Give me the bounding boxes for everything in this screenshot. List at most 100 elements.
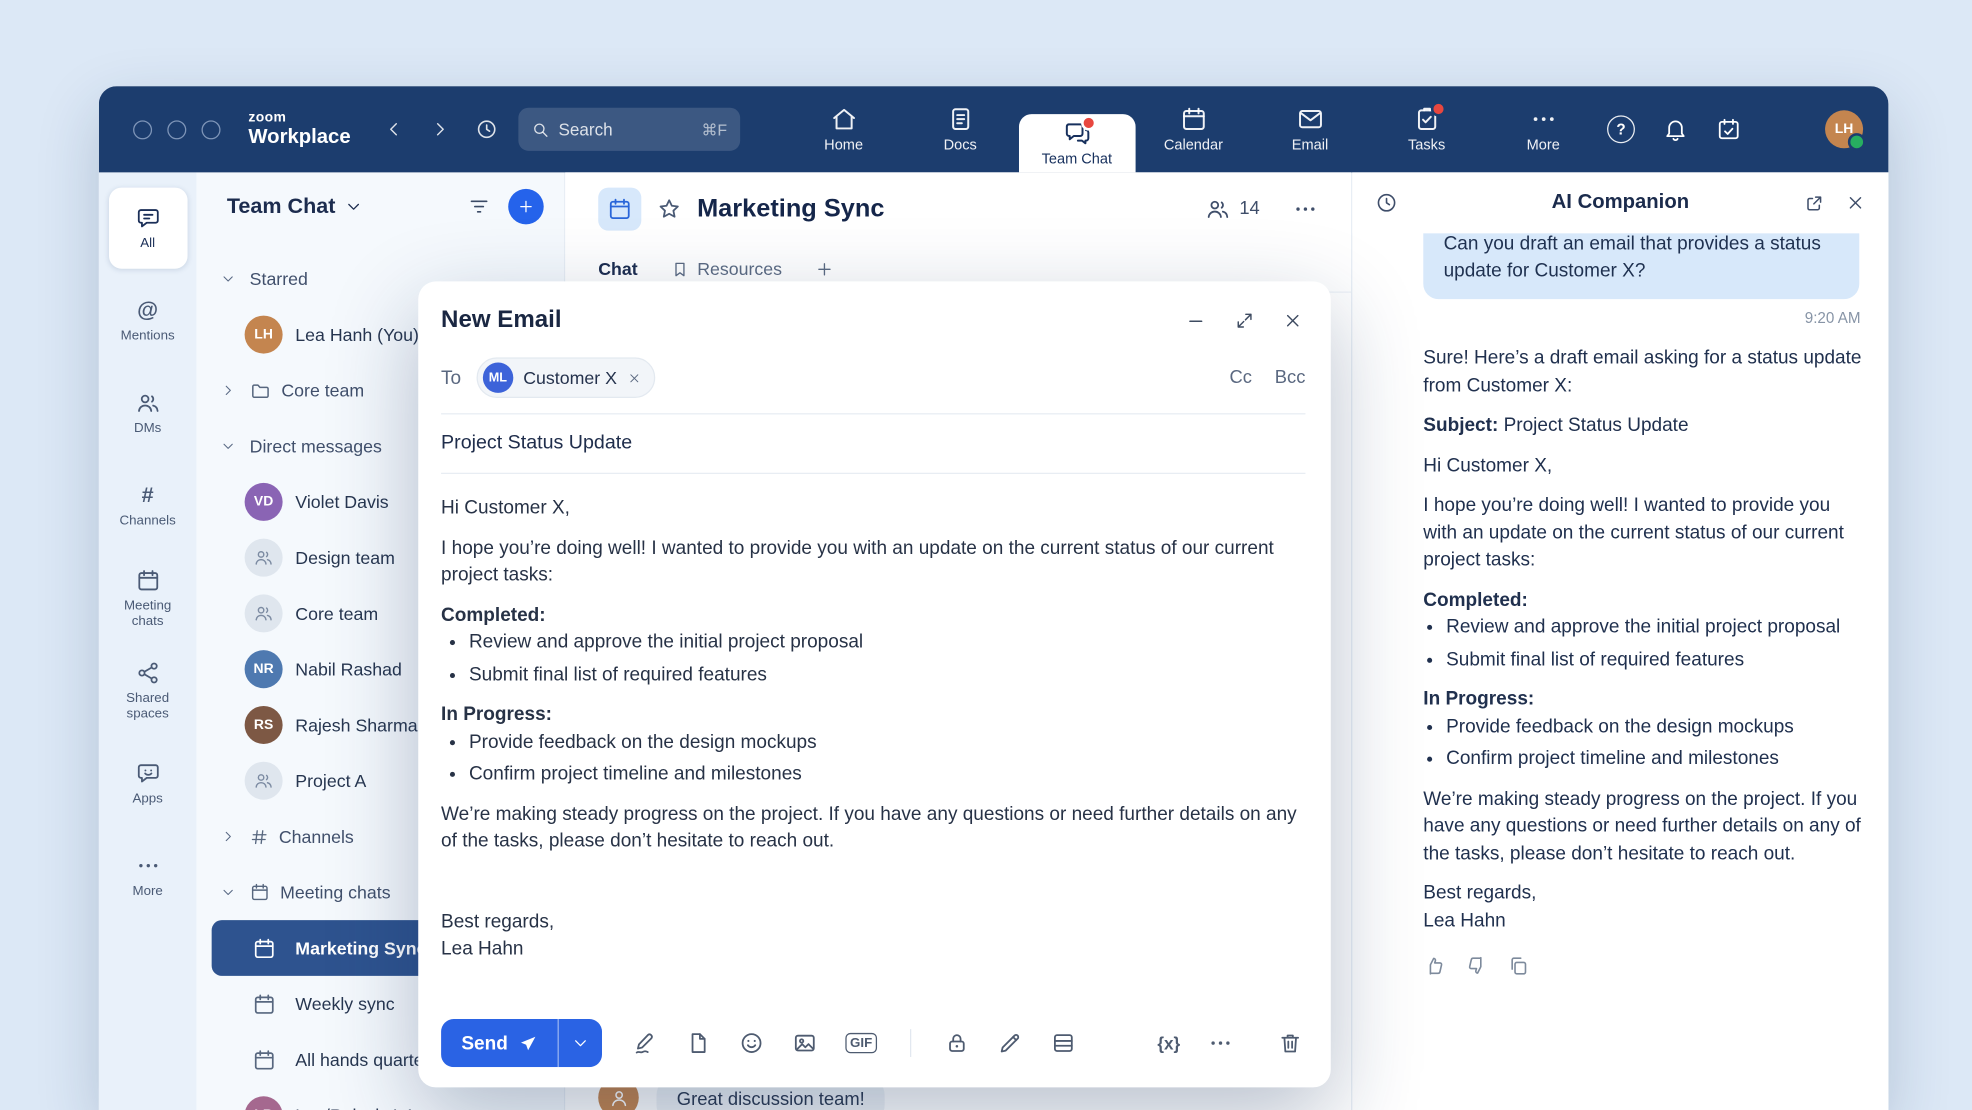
- zoom-workplace-logo: zoom Workplace: [248, 111, 350, 148]
- open-in-new-icon[interactable]: [1804, 192, 1826, 214]
- nav-team-chat[interactable]: Team Chat: [1019, 114, 1136, 172]
- gif-button[interactable]: GIF: [845, 1033, 877, 1054]
- thumbs-up-icon[interactable]: [1423, 954, 1446, 977]
- rail-item-shared-spaces[interactable]: Shared spaces: [108, 650, 187, 731]
- rail-item-apps[interactable]: Apps: [108, 743, 187, 824]
- recipient-avatar: ML: [483, 362, 513, 392]
- help-button[interactable]: ?: [1607, 115, 1635, 143]
- email-completed-label: Completed:: [441, 601, 1305, 628]
- notifications-bell-icon[interactable]: [1663, 117, 1688, 142]
- ai-inprogress-list: Provide feedback on the design mockups C…: [1423, 713, 1863, 773]
- delete-draft-button[interactable]: [1278, 1030, 1303, 1055]
- send-options-button[interactable]: [557, 1019, 601, 1067]
- email-body-editor[interactable]: Hi Customer X, I hope you’re doing well!…: [418, 474, 1331, 1019]
- chat-item-lea-rajesh[interactable]: LR Lea/Rajesh 1:1: [212, 1087, 549, 1110]
- calendar-check-icon[interactable]: [1716, 117, 1741, 142]
- avatar: NR: [245, 650, 283, 688]
- nav-tasks[interactable]: Tasks: [1368, 86, 1485, 172]
- ai-greeting: Hi Customer X,: [1423, 452, 1863, 479]
- ai-conversation[interactable]: Can you draft an email that provides a s…: [1352, 233, 1888, 1110]
- chevron-down-icon: [571, 1034, 589, 1052]
- ai-companion-sparkle-icon[interactable]: [1769, 115, 1797, 143]
- template-icon[interactable]: [1051, 1030, 1076, 1055]
- mentions-icon: @: [137, 298, 158, 323]
- group-avatar: [245, 539, 283, 577]
- nav-more[interactable]: More: [1485, 86, 1602, 172]
- ai-completed-list: Review and approve the initial project p…: [1423, 613, 1863, 673]
- modal-title: New Email: [441, 307, 561, 335]
- close-icon[interactable]: [1283, 311, 1303, 331]
- rail-label: Shared spaces: [108, 691, 187, 722]
- nav-label: Docs: [944, 138, 977, 153]
- close-icon[interactable]: [1845, 193, 1865, 213]
- rail-item-more[interactable]: More: [108, 835, 187, 916]
- encrypt-lock-icon[interactable]: [944, 1030, 969, 1055]
- remove-recipient-icon[interactable]: [627, 371, 641, 385]
- screen: zoom Workplace Search ⌘F Home: [0, 0, 1972, 1110]
- send-label: Send: [461, 1032, 507, 1054]
- expand-icon[interactable]: [1234, 311, 1254, 331]
- subject-field[interactable]: Project Status Update: [441, 414, 1305, 474]
- attach-file-icon[interactable]: [685, 1030, 710, 1055]
- back-icon[interactable]: [384, 119, 404, 139]
- cc-button[interactable]: Cc: [1229, 368, 1251, 388]
- shared-spaces-icon: [135, 660, 160, 685]
- ai-completed-label: Completed:: [1423, 586, 1863, 613]
- chat-name: Rajesh Sharma: [295, 715, 417, 735]
- star-icon[interactable]: [657, 196, 682, 221]
- more-icon[interactable]: [1208, 1030, 1233, 1055]
- user-avatar[interactable]: LH: [1825, 110, 1863, 148]
- recipient-chip[interactable]: ML Customer X: [476, 357, 655, 398]
- nav-email[interactable]: Email: [1252, 86, 1369, 172]
- email-inprogress-label: In Progress:: [441, 701, 1305, 728]
- docs-icon: [946, 105, 974, 133]
- history-icon[interactable]: [475, 118, 498, 141]
- edit-pencil-icon[interactable]: [998, 1030, 1023, 1055]
- traffic-light-zoom[interactable]: [202, 120, 221, 139]
- more-icon[interactable]: [1293, 196, 1318, 221]
- send-button[interactable]: Send: [441, 1019, 557, 1067]
- panel-title: Team Chat: [227, 194, 336, 219]
- modal-controls: [1185, 310, 1303, 332]
- ai-companion-panel: AI Companion Can you draft an email that…: [1351, 172, 1888, 1110]
- main-nav: Home Docs Team Chat Calendar: [785, 86, 1601, 172]
- rail-item-dms[interactable]: DMs: [108, 373, 187, 454]
- rail-item-all[interactable]: All: [108, 188, 187, 269]
- calendar-icon: [1179, 105, 1207, 133]
- filter-icon[interactable]: [468, 195, 491, 218]
- rail-item-channels[interactable]: # Channels: [108, 465, 187, 546]
- members-button[interactable]: 14: [1205, 196, 1260, 221]
- to-field[interactable]: To ML Customer X Cc Bcc: [441, 347, 1305, 414]
- section-label: Core team: [281, 380, 364, 400]
- variables-button[interactable]: {x}: [1157, 1034, 1180, 1053]
- more-icon: [1529, 105, 1557, 133]
- nav-calendar[interactable]: Calendar: [1135, 86, 1252, 172]
- image-icon[interactable]: [792, 1030, 817, 1055]
- team-chat-title-dropdown[interactable]: Team Chat: [227, 194, 362, 219]
- calendar-icon: [245, 1041, 283, 1079]
- nav-docs[interactable]: Docs: [902, 86, 1019, 172]
- traffic-light-close[interactable]: [133, 120, 152, 139]
- inprogress-label: In Progress:: [1423, 688, 1534, 710]
- traffic-light-minimize[interactable]: [167, 120, 186, 139]
- ai-compose-sparkle-icon[interactable]: [1104, 1030, 1129, 1055]
- search-input[interactable]: Search ⌘F: [518, 108, 740, 151]
- nav-home[interactable]: Home: [785, 86, 902, 172]
- member-count: 14: [1239, 199, 1259, 219]
- people-icon: [253, 548, 273, 568]
- rail-item-meeting-chats[interactable]: Meeting chats: [108, 558, 187, 639]
- bcc-button[interactable]: Bcc: [1275, 368, 1306, 388]
- minimize-icon[interactable]: [1185, 310, 1207, 332]
- rail-item-mentions[interactable]: @ Mentions: [108, 280, 187, 361]
- copy-icon[interactable]: [1507, 954, 1530, 977]
- forward-icon[interactable]: [429, 119, 449, 139]
- chevron-down-icon: [344, 198, 362, 216]
- chat-list-header: Team Chat: [196, 172, 564, 240]
- modal-header: New Email: [418, 281, 1331, 347]
- logo-workplace: Workplace: [248, 127, 350, 147]
- new-chat-button[interactable]: [508, 189, 543, 224]
- history-icon[interactable]: [1375, 191, 1398, 214]
- signature-icon[interactable]: [632, 1030, 657, 1055]
- emoji-icon[interactable]: [738, 1030, 763, 1055]
- thumbs-down-icon[interactable]: [1465, 954, 1488, 977]
